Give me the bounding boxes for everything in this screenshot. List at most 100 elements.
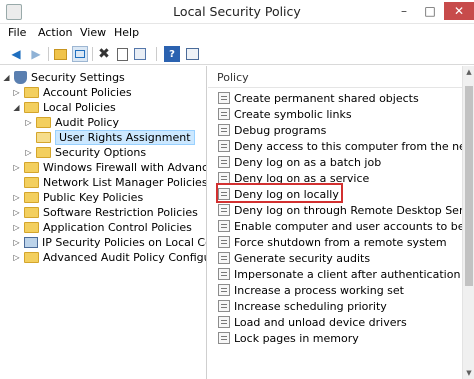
list-item[interactable]: Enable computer and user accounts to be … bbox=[208, 218, 474, 234]
tree-item-audit-policy[interactable]: ▷ Audit Policy bbox=[24, 114, 119, 130]
tree-label: Windows Firewall with Advanced Secu bbox=[43, 160, 207, 174]
collapse-icon[interactable]: ◢ bbox=[12, 103, 21, 112]
tree-item-account-policies[interactable]: ▷ Account Policies bbox=[12, 84, 131, 100]
list-item[interactable]: Increase scheduling priority bbox=[208, 298, 387, 314]
scroll-down-icon[interactable]: ▼ bbox=[463, 367, 474, 379]
vertical-scrollbar[interactable]: ▲ ▼ bbox=[462, 66, 474, 379]
policy-label: Increase a process working set bbox=[234, 283, 404, 297]
policy-label: Lock pages in memory bbox=[234, 331, 359, 345]
expand-icon[interactable]: ▷ bbox=[12, 238, 21, 247]
tree-label: Local Policies bbox=[43, 100, 116, 114]
policy-icon bbox=[218, 124, 230, 136]
menu-bar: File Action View Help bbox=[0, 24, 474, 43]
list-item[interactable]: Load and unload device drivers bbox=[208, 314, 407, 330]
expand-icon[interactable]: ▷ bbox=[12, 223, 21, 232]
list-item[interactable]: Generate security audits bbox=[208, 250, 370, 266]
tree-item-local-policies[interactable]: ◢ Local Policies bbox=[12, 99, 116, 115]
expand-icon[interactable]: ▷ bbox=[24, 118, 33, 127]
policy-label: Deny access to this computer from the ne… bbox=[234, 139, 474, 153]
menu-help[interactable]: Help bbox=[114, 26, 139, 39]
tree-item-security-settings[interactable]: ◢ Security Settings bbox=[2, 69, 125, 85]
console-icon[interactable] bbox=[184, 46, 200, 62]
list-item[interactable]: Create permanent shared objects bbox=[208, 90, 419, 106]
expand-icon[interactable]: ▷ bbox=[24, 148, 33, 157]
list-item[interactable]: Force shutdown from a remote system bbox=[208, 234, 447, 250]
policy-label: Create symbolic links bbox=[234, 107, 352, 121]
list-item[interactable]: Debug programs bbox=[208, 122, 326, 138]
title-bar: Local Security Policy – □ ✕ bbox=[0, 0, 474, 24]
policy-icon bbox=[218, 284, 230, 296]
tree-item-windows-firewall[interactable]: ▷ Windows Firewall with Advanced Secu bbox=[12, 159, 207, 175]
list-item[interactable]: Deny log on through Remote Desktop Servi… bbox=[208, 202, 474, 218]
tree-item-user-rights-assignment[interactable]: User Rights Assignment bbox=[24, 129, 195, 145]
close-button[interactable]: ✕ bbox=[444, 2, 474, 20]
column-header-policy[interactable]: Policy bbox=[208, 66, 462, 88]
scroll-up-icon[interactable]: ▲ bbox=[463, 66, 474, 78]
list-item[interactable]: Lock pages in memory bbox=[208, 330, 359, 346]
folder-open-icon bbox=[36, 131, 51, 143]
policy-icon bbox=[218, 108, 230, 120]
forward-arrow-icon[interactable]: ▶ bbox=[28, 46, 44, 62]
expand-icon[interactable]: ▷ bbox=[12, 163, 21, 172]
list-item[interactable]: Impersonate a client after authenticatio… bbox=[208, 266, 460, 282]
list-item[interactable]: Deny access to this computer from the ne… bbox=[208, 138, 474, 154]
policy-icon bbox=[218, 332, 230, 344]
tree-item-software-restriction[interactable]: ▷ Software Restriction Policies bbox=[12, 204, 197, 220]
maximize-button[interactable]: □ bbox=[418, 2, 442, 20]
tree-label: Public Key Policies bbox=[43, 190, 144, 204]
tree-item-advanced-audit[interactable]: ▷ Advanced Audit Policy Configuration bbox=[12, 249, 206, 265]
security-settings-icon bbox=[14, 70, 27, 84]
toolbar: ◀ ▶ ✖ ? bbox=[0, 43, 474, 65]
folder-icon bbox=[24, 221, 39, 233]
list-item[interactable]: Increase a process working set bbox=[208, 282, 404, 298]
policy-icon bbox=[218, 236, 230, 248]
policy-icon bbox=[218, 204, 230, 216]
policy-icon bbox=[218, 92, 230, 104]
policy-label: Load and unload device drivers bbox=[234, 315, 407, 329]
back-arrow-icon[interactable]: ◀ bbox=[8, 46, 24, 62]
show-hide-tree-icon[interactable] bbox=[72, 46, 88, 62]
expand-icon[interactable]: ▷ bbox=[12, 88, 21, 97]
tree-label: User Rights Assignment bbox=[55, 129, 195, 145]
tree-label: Advanced Audit Policy Configuration bbox=[43, 250, 206, 264]
list-item[interactable]: Create symbolic links bbox=[208, 106, 352, 122]
menu-file[interactable]: File bbox=[8, 26, 26, 39]
folder-icon bbox=[24, 191, 39, 203]
tree-item-application-control[interactable]: ▷ Application Control Policies bbox=[12, 219, 192, 235]
tree-label: Application Control Policies bbox=[43, 220, 192, 234]
folder-icon bbox=[24, 176, 39, 188]
policy-label: Create permanent shared objects bbox=[234, 91, 419, 105]
export-list-icon[interactable] bbox=[132, 46, 148, 62]
expand-icon[interactable]: ▷ bbox=[12, 208, 21, 217]
menu-action[interactable]: Action bbox=[38, 26, 72, 39]
policy-icon bbox=[218, 220, 230, 232]
collapse-icon[interactable]: ◢ bbox=[2, 73, 11, 82]
policy-icon bbox=[218, 252, 230, 264]
up-folder-icon[interactable] bbox=[52, 46, 68, 62]
help-icon[interactable]: ? bbox=[164, 46, 180, 62]
policy-icon bbox=[218, 156, 230, 168]
expand-icon[interactable]: ▷ bbox=[12, 193, 21, 202]
tree-item-security-options[interactable]: ▷ Security Options bbox=[24, 144, 146, 160]
toolbar-separator bbox=[48, 47, 49, 61]
minimize-button[interactable]: – bbox=[392, 2, 416, 20]
scrollbar-thumb[interactable] bbox=[465, 86, 473, 286]
menu-view[interactable]: View bbox=[80, 26, 106, 39]
tree-item-ip-security[interactable]: ▷ IP Security Policies on Local Compute bbox=[12, 234, 206, 250]
folder-icon bbox=[24, 101, 39, 113]
tree-label: Network List Manager Policies bbox=[43, 175, 207, 189]
delete-icon[interactable]: ✖ bbox=[96, 46, 112, 62]
properties-icon[interactable] bbox=[114, 46, 130, 62]
policy-label: Force shutdown from a remote system bbox=[234, 235, 447, 249]
policy-list-pane[interactable]: Policy Create permanent shared objects C… bbox=[208, 66, 474, 379]
folder-icon bbox=[24, 161, 39, 173]
tree-pane[interactable]: ◢ Security Settings ▷ Account Policies ◢… bbox=[0, 66, 207, 379]
policy-label: Deny log on as a batch job bbox=[234, 155, 382, 169]
tree-label: IP Security Policies on Local Compute bbox=[42, 235, 206, 249]
tree-label: Audit Policy bbox=[55, 115, 119, 129]
expand-icon[interactable]: ▷ bbox=[12, 253, 21, 262]
tree-item-network-list-manager[interactable]: Network List Manager Policies bbox=[12, 174, 207, 190]
policy-label: Increase scheduling priority bbox=[234, 299, 387, 313]
list-item[interactable]: Deny log on as a batch job bbox=[208, 154, 381, 170]
tree-item-public-key-policies[interactable]: ▷ Public Key Policies bbox=[12, 189, 143, 205]
